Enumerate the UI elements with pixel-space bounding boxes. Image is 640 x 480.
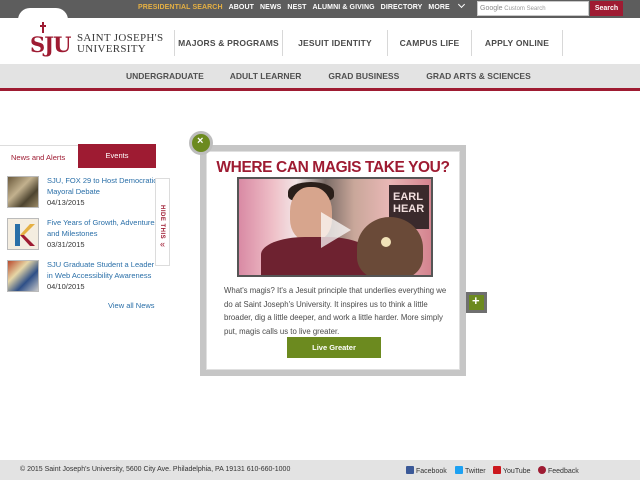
nav-apply-online[interactable]: APPLY ONLINE <box>471 30 563 56</box>
social-twitter[interactable]: Twitter <box>455 466 486 475</box>
social-youtube-label: YouTube <box>503 468 531 475</box>
view-all-news-link[interactable]: View all News <box>108 301 155 310</box>
search-placeholder: Custom Search <box>504 6 546 12</box>
video-mascot-eye <box>381 237 391 247</box>
chevron-down-icon <box>457 0 465 9</box>
utility-link-about[interactable]: ABOUT <box>229 4 254 11</box>
modal-frame: WHERE CAN MAGIS TAKE YOU? EARL HEAR What… <box>206 151 460 370</box>
facebook-icon <box>406 466 414 474</box>
utility-link-nest[interactable]: NEST <box>287 4 306 11</box>
news-title[interactable]: SJU, FOX 29 to Host Democratic Mayoral D… <box>47 175 161 197</box>
main-nav: MAJORS & PROGRAMS JESUIT IDENTITY CAMPUS… <box>174 30 563 56</box>
k-logo-icon <box>15 224 35 246</box>
search-input[interactable]: Google Custom Search <box>477 1 589 16</box>
logo-mark[interactable]: SJU <box>30 32 71 57</box>
social-facebook-label: Facebook <box>416 468 447 475</box>
double-chevron-left-icon: « <box>160 239 166 249</box>
subnav-grad-business[interactable]: GRAD BUSINESS <box>328 71 399 81</box>
news-date: 04/10/2015 <box>47 282 85 291</box>
news-thumbnail[interactable] <box>7 176 39 208</box>
video-mascot <box>357 217 423 275</box>
site-header: SJU SAINT JOSEPH'S UNIVERSITY MAJORS & P… <box>0 8 640 64</box>
site-footer: © 2015 Saint Joseph's University, 5600 C… <box>0 460 640 480</box>
live-greater-button[interactable]: Live Greater <box>287 337 381 358</box>
expand-button[interactable]: + <box>466 292 487 313</box>
news-thumbnail[interactable] <box>7 218 39 250</box>
nav-campus-life[interactable]: CAMPUS LIFE <box>387 30 471 56</box>
video-figure-body <box>261 237 371 275</box>
feedback-label: Feedback <box>548 468 579 475</box>
utility-link-directory[interactable]: DIRECTORY <box>381 4 423 11</box>
hide-news-toggle[interactable]: HIDE THIS « <box>155 178 170 266</box>
search-brand: Google <box>480 5 503 12</box>
news-date: 03/31/2015 <box>47 240 85 249</box>
news-item[interactable]: Five Years of Growth, Adventures and Mil… <box>0 214 170 254</box>
close-icon: × <box>197 135 204 147</box>
news-thumbnail[interactable] <box>7 260 39 292</box>
subnav-adult-learner[interactable]: ADULT LEARNER <box>230 71 302 81</box>
social-youtube[interactable]: YouTube <box>493 466 531 475</box>
utility-link-alumni-giving[interactable]: ALUMNI & GIVING <box>313 4 375 11</box>
audience-nav: UNDERGRADUATE ADULT LEARNER GRAD BUSINES… <box>0 64 640 91</box>
play-icon[interactable] <box>321 212 351 248</box>
plus-icon: + <box>472 293 480 308</box>
nav-jesuit-identity[interactable]: JESUIT IDENTITY <box>282 30 387 56</box>
utility-link-news[interactable]: NEWS <box>260 4 281 11</box>
utility-nav: PRESIDENTIAL SEARCH ABOUT NEWS NEST ALUM… <box>138 0 476 11</box>
hide-label: HIDE THIS <box>159 205 165 240</box>
footer-copyright: © 2015 Saint Joseph's University, 5600 C… <box>20 466 291 473</box>
logo-tab <box>18 8 68 20</box>
tab-events[interactable]: Events <box>78 144 156 168</box>
utility-link-presidential-search[interactable]: PRESIDENTIAL SEARCH <box>138 4 223 11</box>
utility-link-more[interactable]: MORE <box>428 0 469 11</box>
nav-majors-programs[interactable]: MAJORS & PROGRAMS <box>174 30 282 56</box>
feedback-link[interactable]: Feedback <box>538 466 579 475</box>
youtube-icon <box>493 466 501 474</box>
tab-news-and-alerts[interactable]: News and Alerts <box>0 145 78 168</box>
logo-name-line2: UNIVERSITY <box>77 43 146 55</box>
news-title[interactable]: Five Years of Growth, Adventures and Mil… <box>47 217 161 239</box>
feedback-icon <box>538 466 546 474</box>
news-date: 04/13/2015 <box>47 198 85 207</box>
news-item[interactable]: SJU Graduate Student a Leader in Web Acc… <box>0 256 170 296</box>
subnav-grad-arts-sciences[interactable]: GRAD ARTS & SCIENCES <box>426 71 531 81</box>
social-twitter-label: Twitter <box>465 468 486 475</box>
news-title[interactable]: SJU Graduate Student a Leader in Web Acc… <box>47 259 161 281</box>
video-player[interactable]: EARL HEAR <box>237 177 433 277</box>
news-item[interactable]: SJU, FOX 29 to Host Democratic Mayoral D… <box>0 172 170 212</box>
social-facebook[interactable]: Facebook <box>406 466 447 475</box>
twitter-icon <box>455 466 463 474</box>
utility-link-more-label: MORE <box>428 4 450 11</box>
modal-description: What's magis? It's a Jesuit principle th… <box>224 286 447 336</box>
close-modal-button[interactable]: × <box>189 131 213 155</box>
subnav-undergraduate[interactable]: UNDERGRADUATE <box>126 71 204 81</box>
search-button[interactable]: Search <box>590 1 623 16</box>
magis-modal: WHERE CAN MAGIS TAKE YOU? EARL HEAR What… <box>200 145 466 376</box>
utility-bar: PRESIDENTIAL SEARCH ABOUT NEWS NEST ALUM… <box>0 0 640 18</box>
modal-title: WHERE CAN MAGIS TAKE YOU? <box>216 159 450 176</box>
logo-wordmark[interactable]: SAINT JOSEPH'S UNIVERSITY <box>77 33 163 55</box>
